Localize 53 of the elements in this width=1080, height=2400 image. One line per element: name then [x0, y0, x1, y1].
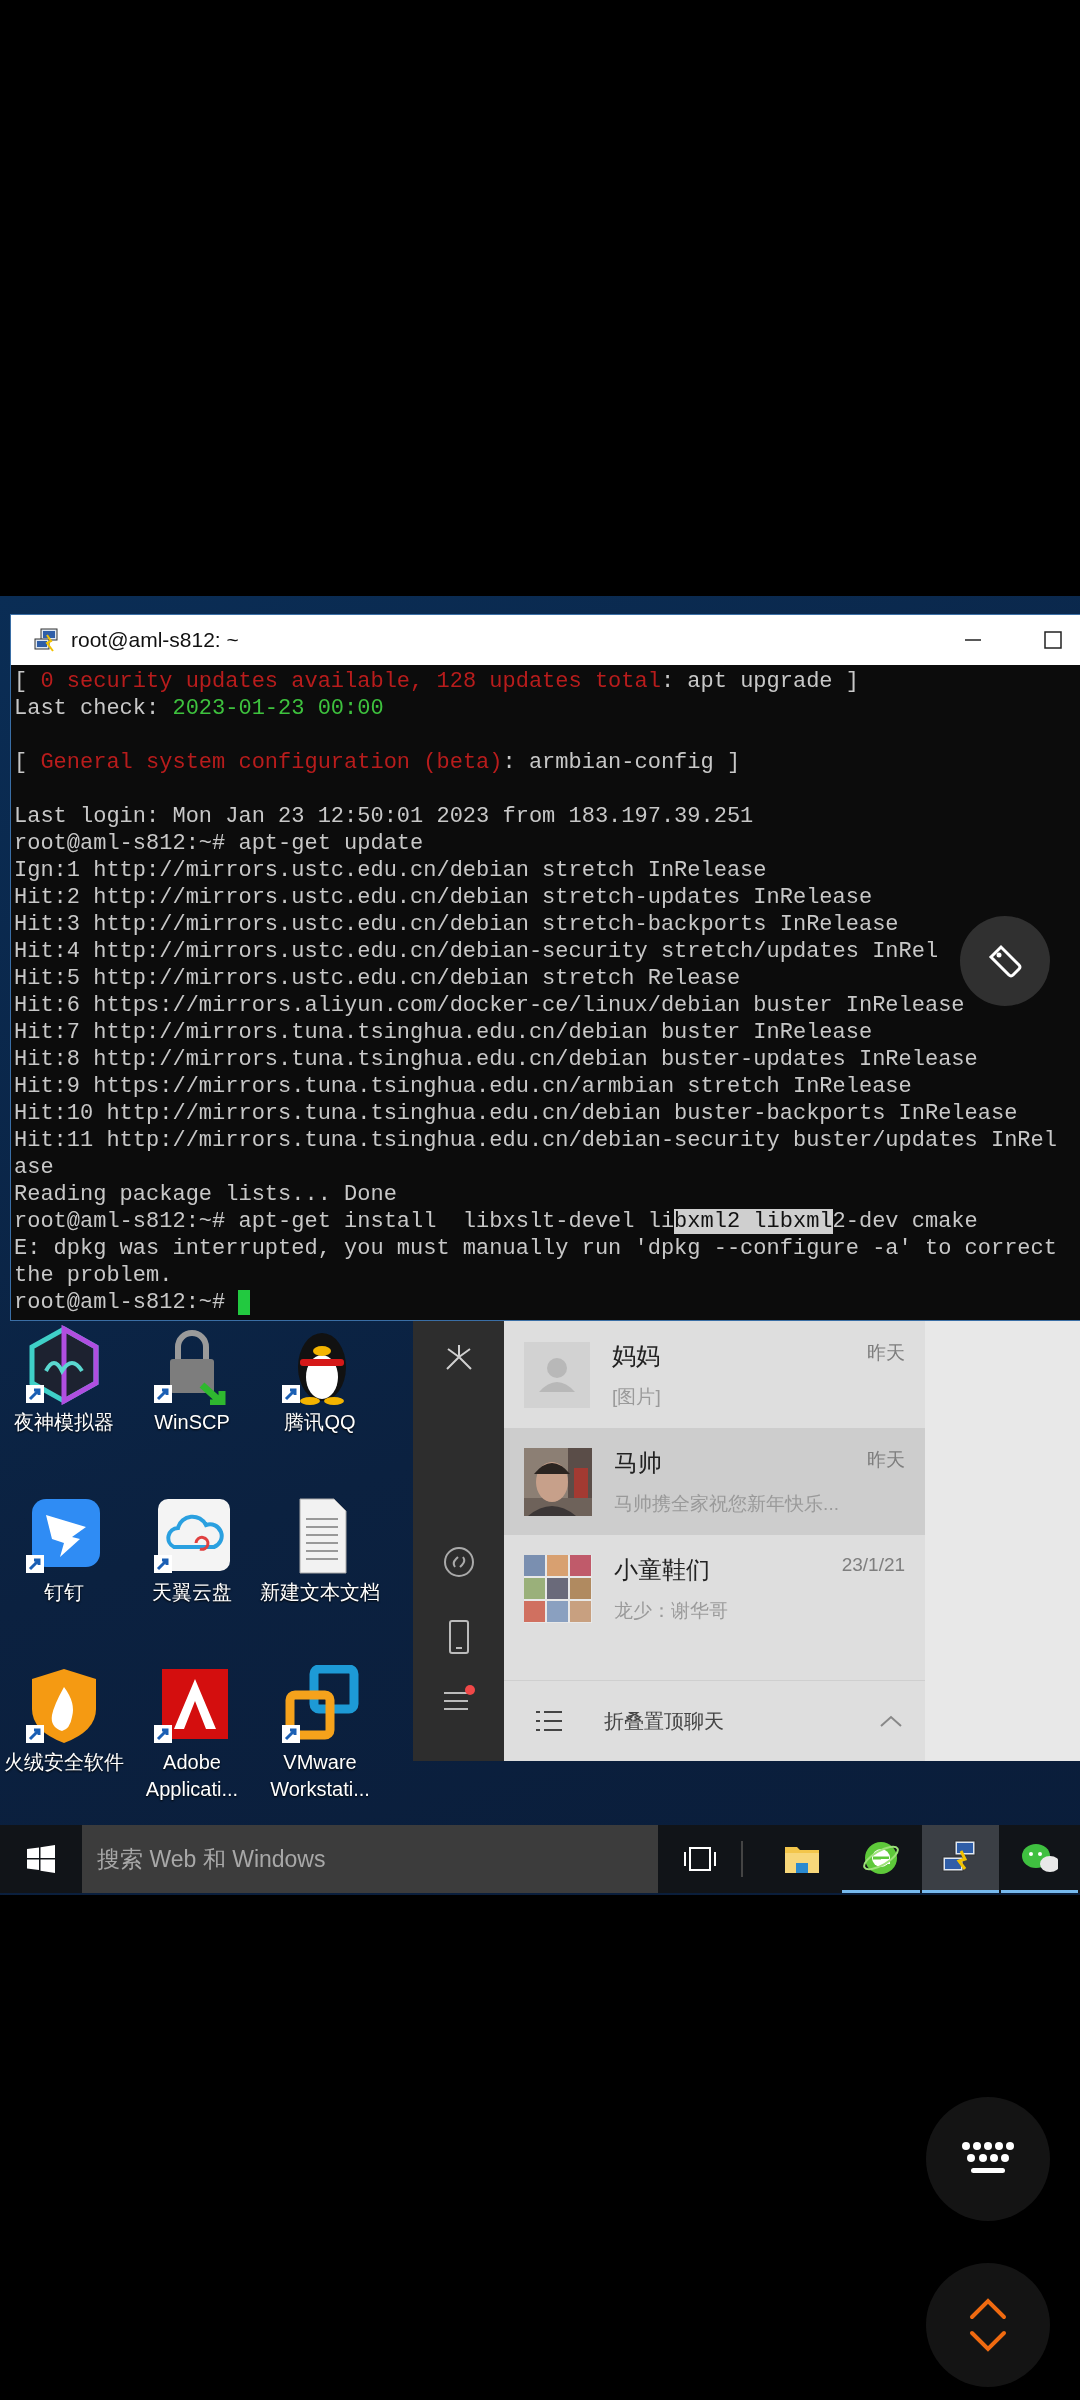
terminal-line: Hit:7 http://mirrors.tuna.tsinghua.edu.cn/debian buster InRelease [14, 1019, 873, 1046]
message-time: 昨天 [867, 1447, 906, 1472]
message-time: 昨天 [867, 1340, 906, 1365]
icon-label[interactable]: WinSCP [130, 1409, 254, 1436]
up-down-chevron-icon [968, 2297, 1008, 2353]
phone-icon[interactable] [446, 1619, 471, 1655]
terminal-line: Hit:8 http://mirrors.tuna.tsinghua.edu.cn/debian buster-updates InRelease [14, 1046, 978, 1073]
terminal-line: Hit:9 https://mirrors.tuna.tsinghua.edu.cn/armbian stretch InRelease [14, 1073, 912, 1100]
terminal-line: [ General system configuration (beta): armbian-config ] [14, 749, 741, 776]
icon-label[interactable]: 天翼云盘 [130, 1579, 254, 1606]
terminal-line: Hit:10 http://mirrors.tuna.tsinghua.edu.cn/debian buster-backports InRelease [14, 1100, 1018, 1127]
message-time: 23/1/21 [841, 1553, 906, 1577]
terminal-line: root@aml-s812:~# apt-get install libxslt-devel libxml2 libxml2-dev cmake [14, 1208, 978, 1235]
terminal-line: ase [14, 1154, 54, 1181]
icon-label[interactable]: 钉钉 [2, 1579, 126, 1606]
search-field[interactable]: 搜索 Web 和 Windows [82, 1825, 659, 1893]
folded-chats-label: 折叠置顶聊天 [604, 1708, 726, 1734]
icon-label[interactable]: 新建文本文档 [258, 1579, 382, 1606]
icon-label[interactable]: Adobe Applicati... [130, 1749, 254, 1803]
terminal-line: Reading package lists... Done [14, 1181, 397, 1208]
person-icon [524, 1341, 591, 1408]
window-title: root@aml-s812: ~ [71, 628, 239, 652]
terminal-line: Hit:5 http://mirrors.ustc.edu.cn/debian stretch Release [14, 965, 741, 992]
contact-name: 妈妈 [612, 1340, 661, 1371]
terminal-line: Hit:3 http://mirrors.ustc.edu.cn/debian stretch-backports InRelease [14, 911, 899, 938]
terminal-line: E: dpkg was interrupted, you must manually run 'dpkg --configure -a' to correct [14, 1235, 1057, 1262]
windows-icon[interactable] [27, 1845, 56, 1873]
icon-label[interactable]: 夜神模拟器 [2, 1409, 126, 1436]
message-preview: [图片] [612, 1384, 662, 1409]
icon-label[interactable]: 火绒安全软件 [2, 1749, 126, 1776]
icon-label[interactable]: 腾讯QQ [258, 1409, 382, 1436]
terminal-line: root@aml-s812:~# [14, 1289, 227, 1316]
maximize-icon[interactable] [1043, 630, 1063, 650]
chevron-up-icon[interactable] [879, 1714, 904, 1729]
squares-icon[interactable] [280, 1665, 360, 1745]
terminal-line: Ign:1 http://mirrors.ustc.edu.cn/debian stretch InRelease [14, 857, 767, 884]
terminal-line: [ 0 security updates available, 128 updates total: apt upgrade ] [14, 668, 859, 695]
task-view-icon[interactable] [682, 1846, 717, 1872]
terminal-line: root@aml-s812:~# apt-get update [14, 830, 424, 857]
terminal-line: Hit:6 https://mirrors.aliyun.com/docker-ce/linux/debian buster InRelease [14, 992, 965, 1019]
link-icon[interactable] [441, 1545, 476, 1579]
message-preview: 龙少：谢华哥 [614, 1598, 730, 1623]
computer-icon [33, 627, 59, 653]
terminal-line: Hit:11 http://mirrors.tuna.tsinghua.edu.cn/debian-security buster/updates InRel [14, 1127, 1057, 1154]
taskbar-button[interactable] [921, 1825, 999, 1893]
terminal-line: Hit:4 http://mirrors.ustc.edu.cn/debian-security stretch/updates InRel [14, 938, 939, 965]
terminal-line: Last check: 2023-01-23 00:00 [14, 695, 384, 722]
terminal-line: Hit:2 http://mirrors.ustc.edu.cn/debian stretch-updates InRelease [14, 884, 873, 911]
icon-label[interactable]: VMware Workstati... [258, 1749, 382, 1803]
terminal-line: the problem. [14, 1262, 173, 1289]
contact-name: 马帅 [614, 1447, 663, 1478]
terminal-line: Last login: Mon Jan 23 12:50:01 2023 from 183.197.39.251 [14, 803, 754, 830]
contact-name: 小童鞋们 [614, 1554, 711, 1585]
